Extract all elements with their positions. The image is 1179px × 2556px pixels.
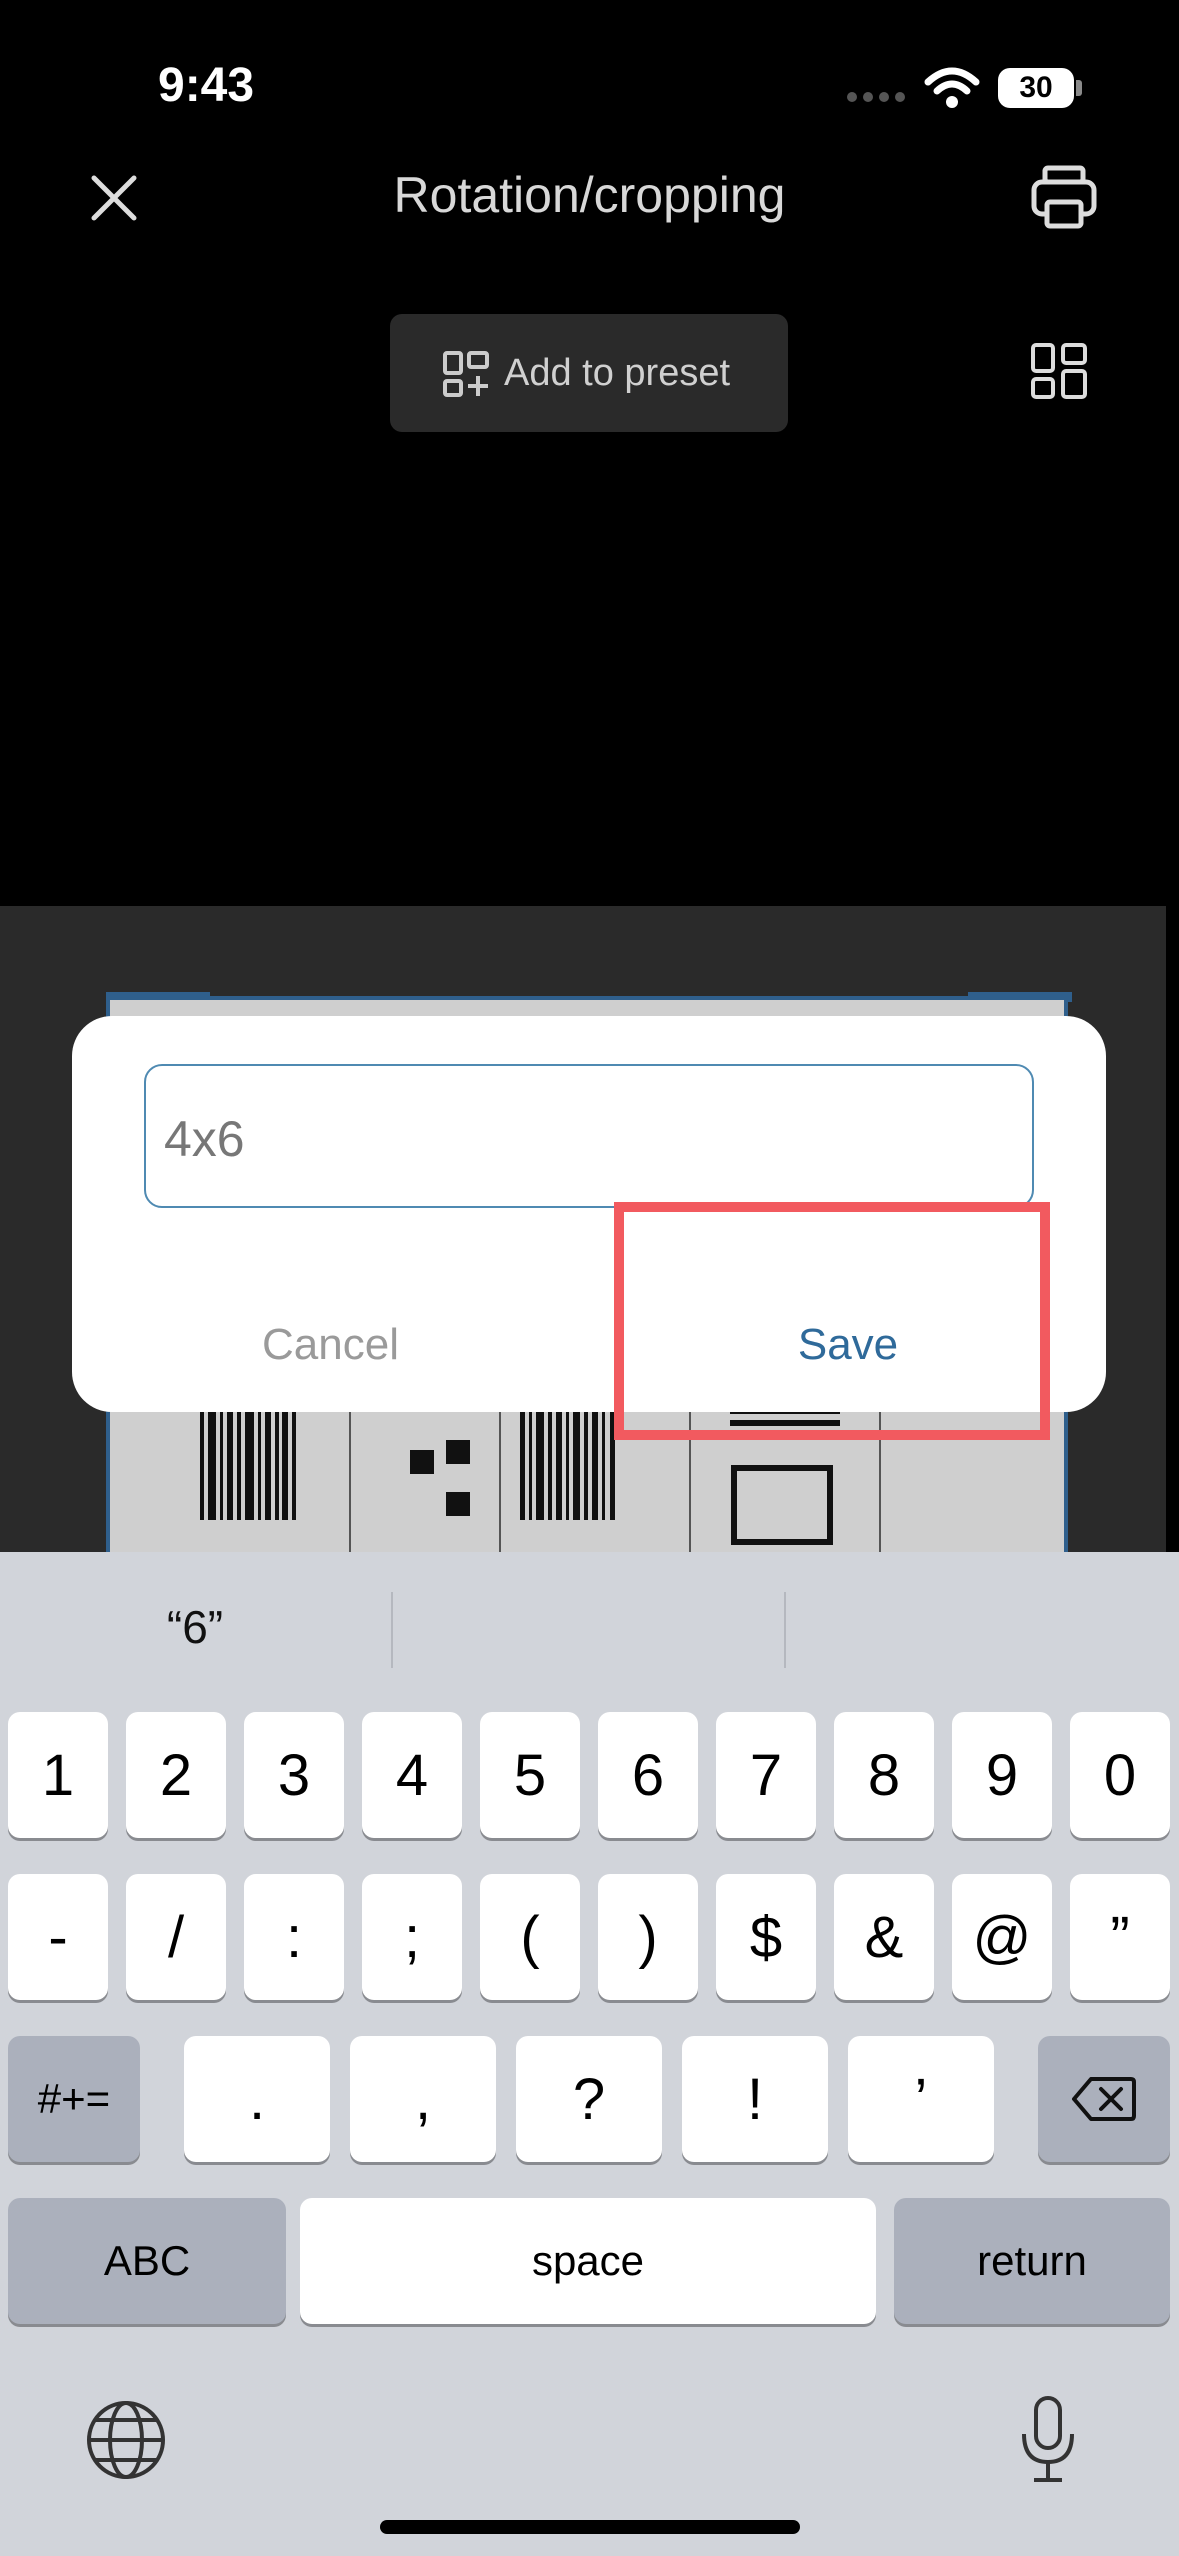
backspace-icon xyxy=(1072,2077,1136,2121)
symbols-mode-key[interactable]: #+= xyxy=(8,2036,140,2162)
add-preset-icon xyxy=(443,351,489,397)
key-8[interactable]: 8 xyxy=(834,1712,934,1838)
wifi-icon xyxy=(924,67,980,108)
globe-icon[interactable] xyxy=(84,2398,168,2482)
microphone-icon[interactable] xyxy=(1018,2394,1078,2486)
key-question[interactable]: ? xyxy=(516,2036,662,2162)
key-5[interactable]: 5 xyxy=(480,1712,580,1838)
save-highlight-box xyxy=(614,1202,1050,1440)
key-ampersand[interactable]: & xyxy=(834,1874,934,2000)
add-to-preset-label: Add to preset xyxy=(504,352,731,394)
key-close-paren[interactable]: ) xyxy=(598,1874,698,2000)
key-0[interactable]: 0 xyxy=(1070,1712,1170,1838)
key-comma[interactable]: , xyxy=(350,2036,496,2162)
suggestion-1[interactable]: “6” xyxy=(0,1600,390,1654)
key-4[interactable]: 4 xyxy=(362,1712,462,1838)
key-exclamation[interactable]: ! xyxy=(682,2036,828,2162)
preset-name-value: 4x6 xyxy=(164,1111,245,1167)
key-colon[interactable]: : xyxy=(244,1874,344,2000)
home-indicator xyxy=(380,2520,800,2534)
return-key[interactable]: return xyxy=(894,2198,1170,2324)
signal-icon xyxy=(847,92,905,102)
grid-layout-icon[interactable] xyxy=(1030,342,1088,400)
add-to-preset-button[interactable]: Add to preset xyxy=(390,314,788,432)
key-slash[interactable]: / xyxy=(126,1874,226,2000)
key-2[interactable]: 2 xyxy=(126,1712,226,1838)
key-1[interactable]: 1 xyxy=(8,1712,108,1838)
page-title: Rotation/cropping xyxy=(393,167,786,223)
space-key[interactable]: space xyxy=(300,2198,876,2324)
key-semicolon[interactable]: ; xyxy=(362,1874,462,2000)
key-9[interactable]: 9 xyxy=(952,1712,1052,1838)
printer-icon[interactable] xyxy=(1030,164,1098,230)
battery-indicator: 30 xyxy=(998,68,1074,108)
cancel-button[interactable]: Cancel xyxy=(72,1320,589,1370)
suggestion-divider xyxy=(391,1592,393,1668)
suggestion-divider xyxy=(784,1592,786,1668)
key-quote[interactable]: ” xyxy=(1070,1874,1170,2000)
backspace-key[interactable] xyxy=(1038,2036,1170,2162)
key-open-paren[interactable]: ( xyxy=(480,1874,580,2000)
key-period[interactable]: . xyxy=(184,2036,330,2162)
key-3[interactable]: 3 xyxy=(244,1712,344,1838)
status-time: 9:43 xyxy=(158,59,255,112)
key-at[interactable]: @ xyxy=(952,1874,1052,2000)
battery-tip xyxy=(1076,80,1082,96)
preset-name-input[interactable]: 4x6 xyxy=(144,1064,1034,1208)
key-apostrophe[interactable]: ’ xyxy=(848,2036,994,2162)
abc-key[interactable]: ABC xyxy=(8,2198,286,2324)
key-hyphen[interactable]: - xyxy=(8,1874,108,2000)
key-6[interactable]: 6 xyxy=(598,1712,698,1838)
key-dollar[interactable]: $ xyxy=(716,1874,816,2000)
key-7[interactable]: 7 xyxy=(716,1712,816,1838)
